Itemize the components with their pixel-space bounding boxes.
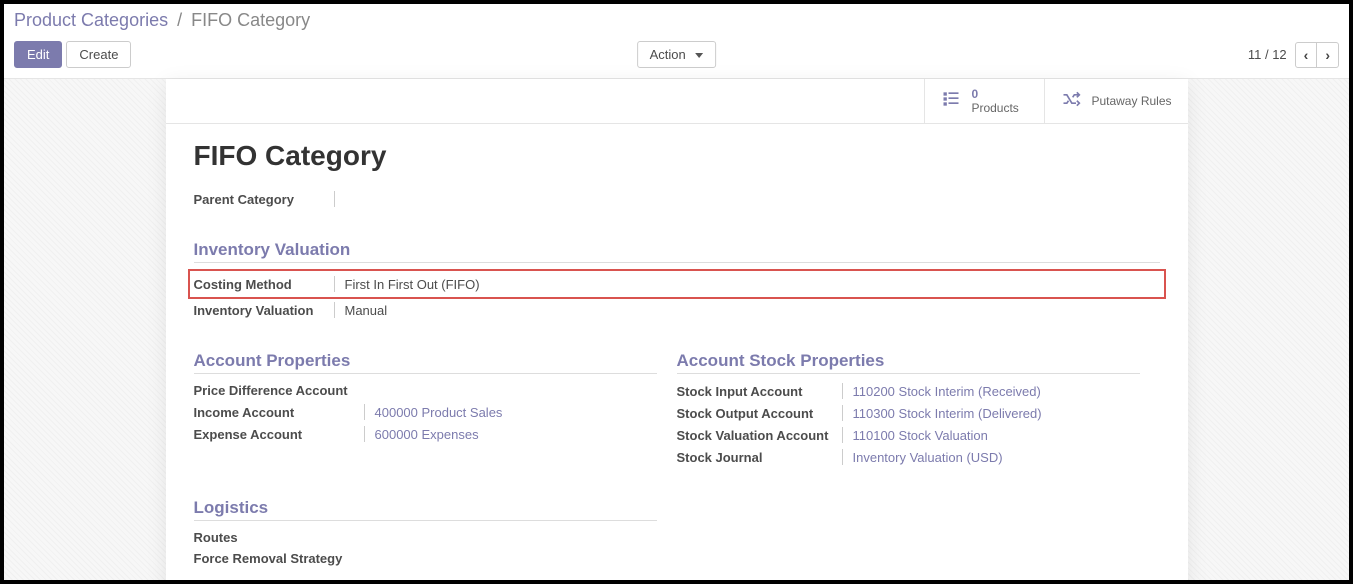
routes-label: Routes xyxy=(194,530,364,545)
separator xyxy=(842,405,843,421)
separator xyxy=(334,191,335,207)
pager-prev-button[interactable]: ‹ xyxy=(1296,43,1317,67)
list-icon xyxy=(941,89,961,114)
income-account-label: Income Account xyxy=(194,405,364,420)
separator xyxy=(364,426,365,442)
page-title: FIFO Category xyxy=(194,140,1160,172)
pager-count: 11 / 12 xyxy=(1248,47,1287,62)
stock-input-value[interactable]: 110200 Stock Interim (Received) xyxy=(853,384,1041,399)
stock-valuation-label: Stock Valuation Account xyxy=(677,428,842,443)
account-stock-section: Account Stock Properties xyxy=(677,351,1140,374)
products-stat-button[interactable]: 0 Products xyxy=(924,79,1044,123)
expense-account-value[interactable]: 600000 Expenses xyxy=(375,427,479,442)
putaway-label: Putaway Rules xyxy=(1091,94,1171,108)
breadcrumb-separator: / xyxy=(177,10,182,30)
stock-output-value[interactable]: 110300 Stock Interim (Delivered) xyxy=(853,406,1042,421)
removal-strategy-label: Force Removal Strategy xyxy=(194,551,364,566)
pager-next-button[interactable]: › xyxy=(1316,43,1338,67)
inventory-valuation-value: Manual xyxy=(345,303,388,318)
stock-journal-label: Stock Journal xyxy=(677,450,842,465)
pager: 11 / 12 ‹ › xyxy=(1248,42,1339,68)
separator xyxy=(842,449,843,465)
stock-output-label: Stock Output Account xyxy=(677,406,842,421)
putaway-rules-stat-button[interactable]: Putaway Rules xyxy=(1044,79,1187,123)
breadcrumb: Product Categories / FIFO Category xyxy=(4,4,1349,35)
separator xyxy=(334,302,335,318)
costing-method-value: First In First Out (FIFO) xyxy=(345,277,480,292)
form-sheet: 0 Products Putaway Rules FIFO Category xyxy=(166,79,1188,584)
toolbar: Edit Create Action 11 / 12 ‹ › xyxy=(4,35,1349,79)
create-button[interactable]: Create xyxy=(66,41,131,68)
separator xyxy=(842,427,843,443)
logistics-section: Logistics xyxy=(194,498,657,521)
action-label: Action xyxy=(650,47,686,62)
breadcrumb-parent[interactable]: Product Categories xyxy=(14,10,168,30)
expense-account-label: Expense Account xyxy=(194,427,364,442)
price-diff-label: Price Difference Account xyxy=(194,383,364,398)
inventory-valuation-label: Inventory Valuation xyxy=(194,303,334,318)
shuffle-icon xyxy=(1061,89,1081,114)
costing-method-highlight: Costing Method First In First Out (FIFO) xyxy=(188,269,1166,299)
separator xyxy=(334,276,335,292)
income-account-value[interactable]: 400000 Product Sales xyxy=(375,405,503,420)
costing-method-label: Costing Method xyxy=(194,277,334,292)
chevron-down-icon xyxy=(695,53,703,58)
breadcrumb-current: FIFO Category xyxy=(191,10,310,30)
inventory-valuation-section: Inventory Valuation xyxy=(194,240,1160,263)
edit-button[interactable]: Edit xyxy=(14,41,62,68)
separator xyxy=(364,404,365,420)
stock-valuation-value[interactable]: 110100 Stock Valuation xyxy=(853,428,988,443)
products-count: 0 xyxy=(971,87,1018,101)
separator xyxy=(842,383,843,399)
stock-journal-value[interactable]: Inventory Valuation (USD) xyxy=(853,450,1003,465)
account-properties-section: Account Properties xyxy=(194,351,657,374)
products-label: Products xyxy=(971,101,1018,115)
stock-input-label: Stock Input Account xyxy=(677,384,842,399)
action-dropdown[interactable]: Action xyxy=(637,41,717,68)
parent-category-label: Parent Category xyxy=(194,192,334,207)
